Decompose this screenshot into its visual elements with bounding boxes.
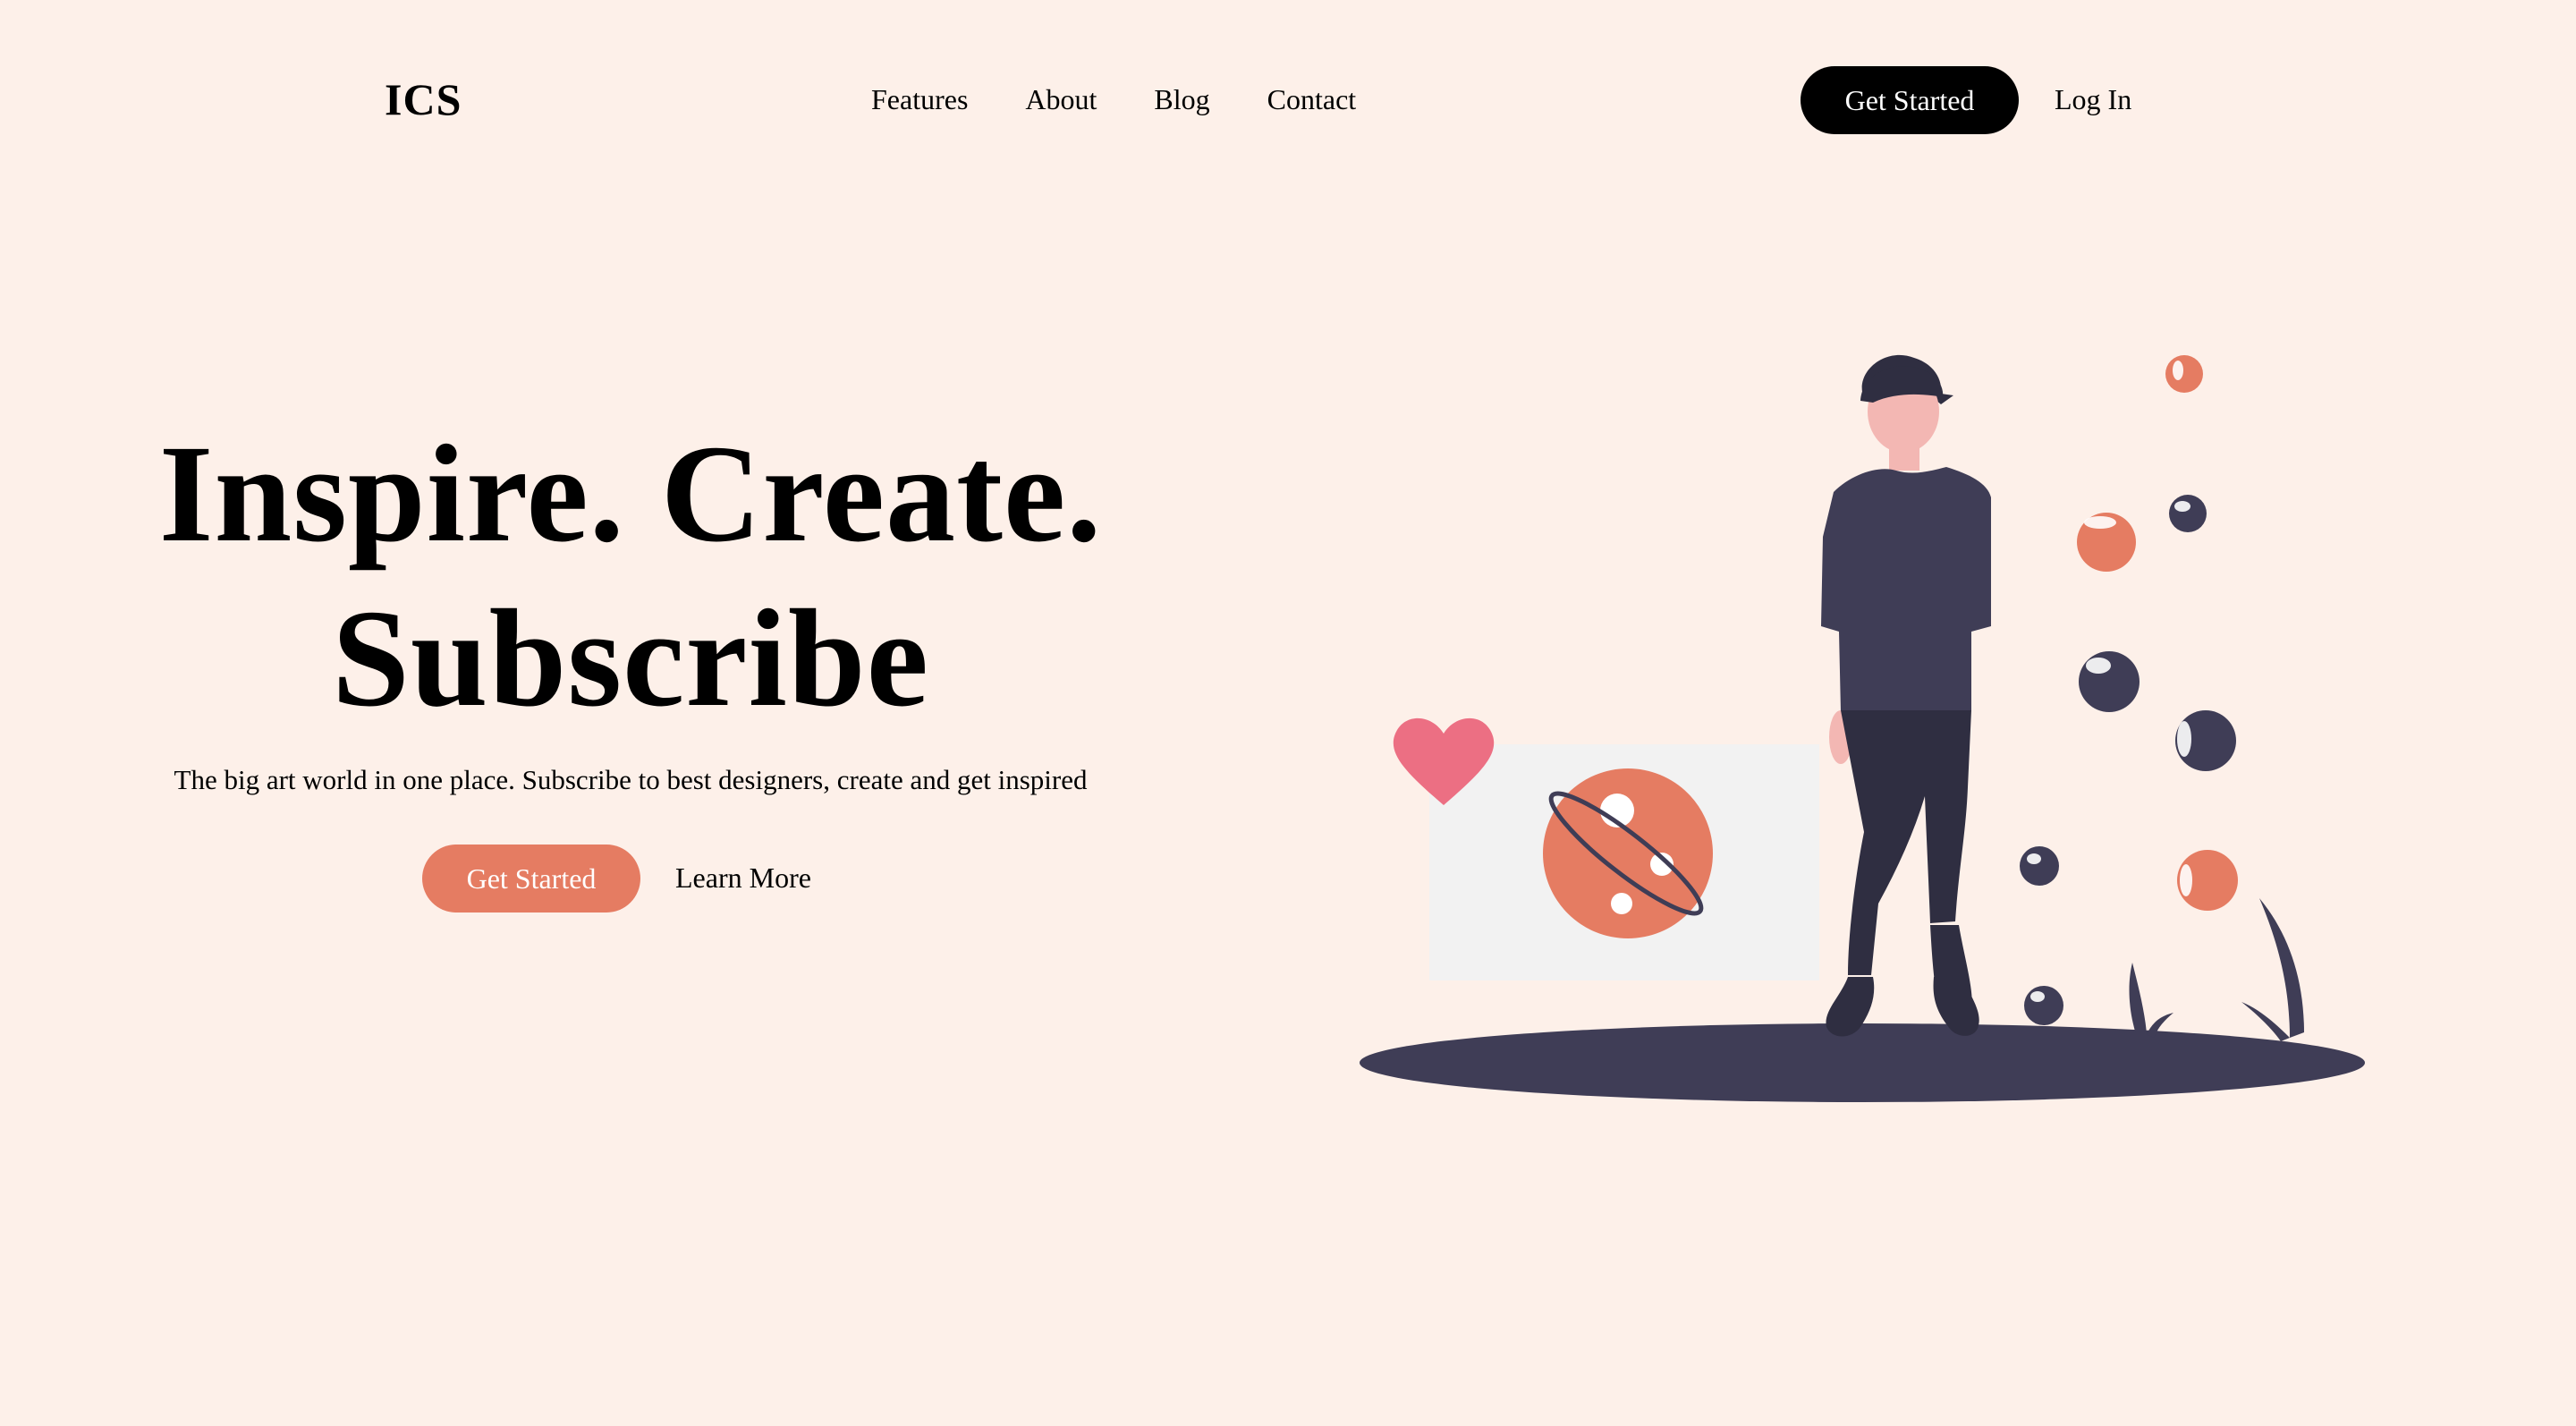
hero-subtitle: The big art world in one place. Subscrib… [174,764,1088,795]
ground-shadow [1360,1023,2365,1102]
login-link[interactable]: Log In [2055,79,2131,120]
grass-plant [2129,898,2304,1041]
hero-get-started-button[interactable]: Get Started [422,845,640,912]
picture-card [1429,744,1819,980]
hero-title: Inspire. Create. Subscribe [125,412,1136,741]
nav-link-contact[interactable]: Contact [1267,79,1357,120]
hero-illustration [1351,331,2379,1109]
hero-title-line-2: Subscribe [332,581,929,735]
top-navbar: ICS Features About Blog Contact Get Star… [0,0,2576,200]
brand-logo[interactable]: ICS [385,72,462,127]
nav-get-started-button[interactable]: Get Started [1801,66,2019,134]
nav-link-features[interactable]: Features [871,79,968,120]
person-figure [1821,354,1991,1037]
learn-more-link[interactable]: Learn More [675,857,811,898]
decorative-bubbles [2020,355,2238,1025]
hero-title-line-1: Inspire. Create. [158,416,1103,571]
nav-link-blog[interactable]: Blog [1154,79,1209,120]
nav-link-about[interactable]: About [1025,79,1097,120]
hero-section: Inspire. Create. Subscribe The big art w… [125,412,1136,800]
nav-links: Features About Blog Contact [871,79,1356,120]
